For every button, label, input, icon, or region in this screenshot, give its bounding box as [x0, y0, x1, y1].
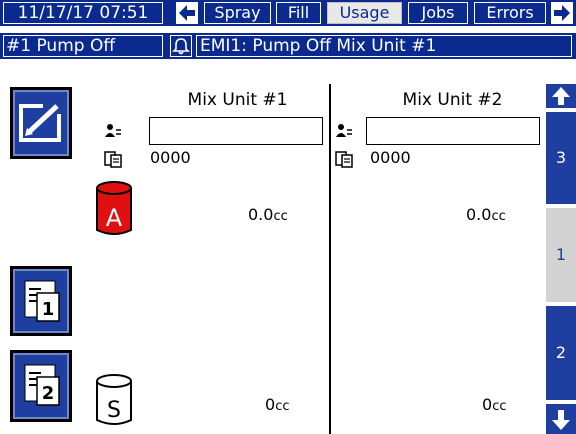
- component-a-icon: A: [96, 181, 132, 235]
- scroll-down-button[interactable]: [546, 404, 576, 434]
- svg-text:1: 1: [42, 299, 55, 320]
- tab-jobs[interactable]: Jobs: [408, 2, 468, 24]
- tab-fill[interactable]: Fill: [276, 2, 321, 24]
- page-tab-1[interactable]: 1: [546, 208, 576, 302]
- top-navigation-bar: 11/17/17 07:51 Spray Fill Usage Jobs Err…: [0, 0, 576, 26]
- tab-spray[interactable]: Spray: [204, 2, 271, 24]
- solvent-letter: S: [107, 398, 121, 423]
- status-message: EMI1: Pump Off Mix Unit #1: [196, 35, 572, 57]
- mix-unit-1-user-id-field[interactable]: [149, 117, 323, 145]
- job-report-1-button[interactable]: 1: [10, 266, 72, 336]
- scroll-up-button[interactable]: [546, 84, 576, 108]
- page-tab-3[interactable]: 3: [546, 112, 576, 204]
- user-id-icon: [105, 124, 121, 137]
- column-divider: [329, 84, 331, 434]
- arrow-right-icon: [554, 5, 570, 21]
- svg-text:2: 2: [42, 383, 55, 404]
- previous-screen-button[interactable]: [176, 2, 198, 24]
- mix-unit-2-job-number: 0000: [370, 148, 411, 167]
- arrow-down-icon: [552, 410, 570, 430]
- user-id-icon: [336, 124, 352, 137]
- component-a-letter: A: [106, 204, 123, 232]
- page-tab-2[interactable]: 2: [546, 306, 576, 400]
- arrow-up-icon: [552, 87, 570, 105]
- bell-icon: [172, 38, 190, 55]
- mix-unit-2-title: Mix Unit #2: [402, 90, 503, 110]
- report-1-icon: 1: [24, 280, 60, 322]
- job-icon: [104, 151, 122, 168]
- mix-unit-1-title: Mix Unit #1: [187, 90, 288, 110]
- job-icon: [335, 151, 353, 168]
- mix-unit-1-job-number: 0000: [150, 148, 191, 167]
- mix-unit-2-a-volume: 0.0cc: [466, 205, 506, 224]
- tab-usage[interactable]: Usage: [327, 2, 402, 24]
- pump-status: #1 Pump Off: [3, 35, 163, 57]
- mix-unit-2-solvent-volume: 0cc: [482, 395, 507, 414]
- edit-icon: [19, 100, 61, 142]
- alarm-indicator[interactable]: [170, 35, 192, 57]
- report-2-icon: 2: [24, 364, 60, 406]
- arrow-left-icon: [179, 5, 195, 21]
- date-time-display: 11/17/17 07:51: [3, 2, 163, 24]
- solvent-icon: S: [96, 374, 132, 425]
- mix-unit-1-solvent-volume: 0cc: [265, 395, 290, 414]
- edit-button[interactable]: [10, 87, 72, 159]
- mix-unit-1-a-volume: 0.0cc: [248, 205, 288, 224]
- mix-unit-2-user-id-field[interactable]: [366, 117, 540, 145]
- tab-errors[interactable]: Errors: [474, 2, 546, 24]
- job-report-2-button[interactable]: 2: [10, 350, 72, 422]
- next-screen-button[interactable]: [551, 2, 573, 24]
- status-bar: #1 Pump Off EMI1: Pump Off Mix Unit #1: [0, 33, 576, 59]
